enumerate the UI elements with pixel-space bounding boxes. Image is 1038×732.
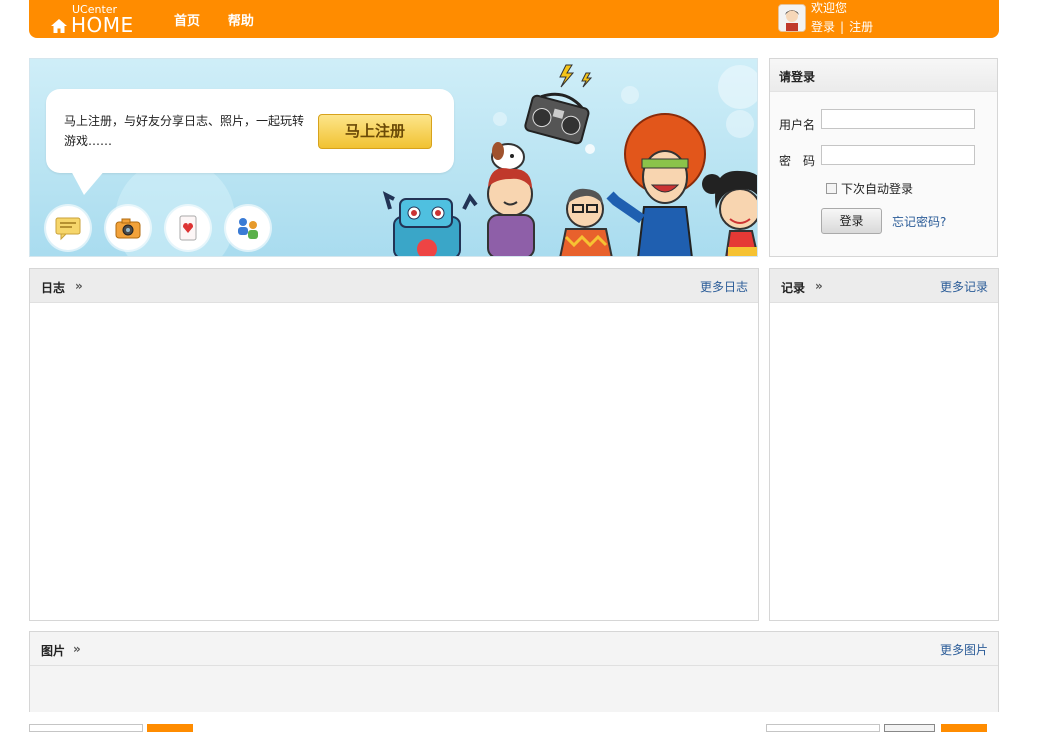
feature-game[interactable] <box>166 206 210 250</box>
feature-camera[interactable] <box>106 206 150 250</box>
username-label: 用户名 <box>779 118 816 132</box>
bottom-right-select[interactable] <box>884 724 935 732</box>
blog-arrow-icon: » <box>75 279 83 293</box>
top-header: UCenter HOME 首页 帮助 欢迎您 登录 | 注册 <box>29 0 999 38</box>
bottom-left-search-input[interactable] <box>29 724 143 732</box>
photo-arrow-icon: » <box>73 642 81 656</box>
remember-checkbox[interactable] <box>826 183 837 194</box>
bubble-tail <box>70 169 106 195</box>
friends-icon <box>238 218 258 239</box>
forgot-password-link[interactable]: 忘记密码? <box>892 213 946 230</box>
register-link[interactable]: 注册 <box>849 20 873 34</box>
login-submit-button[interactable]: 登录 <box>821 208 882 234</box>
bottom-right-search-button[interactable] <box>941 724 987 732</box>
remember-label[interactable]: 下次自动登录 <box>841 180 913 197</box>
record-panel-header: 记录 » 更多记录 <box>770 269 998 303</box>
cartoon-characters-illustration <box>382 64 757 256</box>
nav-home[interactable]: 首页 <box>174 14 200 29</box>
photo-title: 图片 <box>41 644 66 658</box>
card-game-icon <box>179 215 197 241</box>
site-logo[interactable]: UCenter HOME <box>49 2 159 37</box>
logo-title: HOME <box>71 13 134 37</box>
record-panel: 记录 » 更多记录 <box>769 268 999 621</box>
comment-icon <box>55 217 81 241</box>
intro-text: 马上注册，与好友分享日志、照片，一起玩转游戏…… <box>64 114 305 148</box>
blog-title: 日志 <box>41 281 66 295</box>
record-title: 记录 <box>781 281 806 295</box>
blog-panel: 日志 » 更多日志 <box>29 268 759 621</box>
feature-friends[interactable] <box>226 206 270 250</box>
photo-panel-body <box>30 666 998 712</box>
nav-help[interactable]: 帮助 <box>228 14 254 29</box>
password-label: 密 码 <box>779 154 816 168</box>
login-link[interactable]: 登录 <box>811 20 835 34</box>
more-record-link[interactable]: 更多记录 <box>940 278 988 295</box>
login-title: 请登录 <box>770 59 997 92</box>
password-input[interactable] <box>821 145 975 165</box>
photo-panel: 图片 » 更多图片 <box>29 631 999 712</box>
username-input[interactable] <box>821 109 975 129</box>
welcome-banner: 马上注册，与好友分享日志、照片，一起玩转游戏…… 马上注册 <box>29 58 758 257</box>
blog-panel-header: 日志 » 更多日志 <box>30 269 758 303</box>
more-blog-link[interactable]: 更多日志 <box>700 278 748 295</box>
feature-comment[interactable] <box>46 206 90 250</box>
welcome-text: 欢迎您 <box>811 1 848 15</box>
avatar[interactable] <box>778 4 806 32</box>
user-links: 登录 | 注册 <box>811 18 873 35</box>
link-separator: | <box>840 20 845 34</box>
photo-panel-header: 图片 » 更多图片 <box>30 632 998 666</box>
login-panel: 请登录 用户名 密 码 下次自动登录 登录 忘记密码? <box>769 58 998 257</box>
more-photo-link[interactable]: 更多图片 <box>940 641 988 658</box>
bottom-right-search-input[interactable] <box>766 724 880 732</box>
camera-icon <box>115 218 141 239</box>
main-nav: 首页 帮助 <box>174 10 278 29</box>
bottom-left-search-button[interactable] <box>147 724 193 732</box>
record-arrow-icon: » <box>815 279 823 293</box>
home-icon <box>51 19 67 33</box>
user-avatar-icon <box>779 5 805 31</box>
